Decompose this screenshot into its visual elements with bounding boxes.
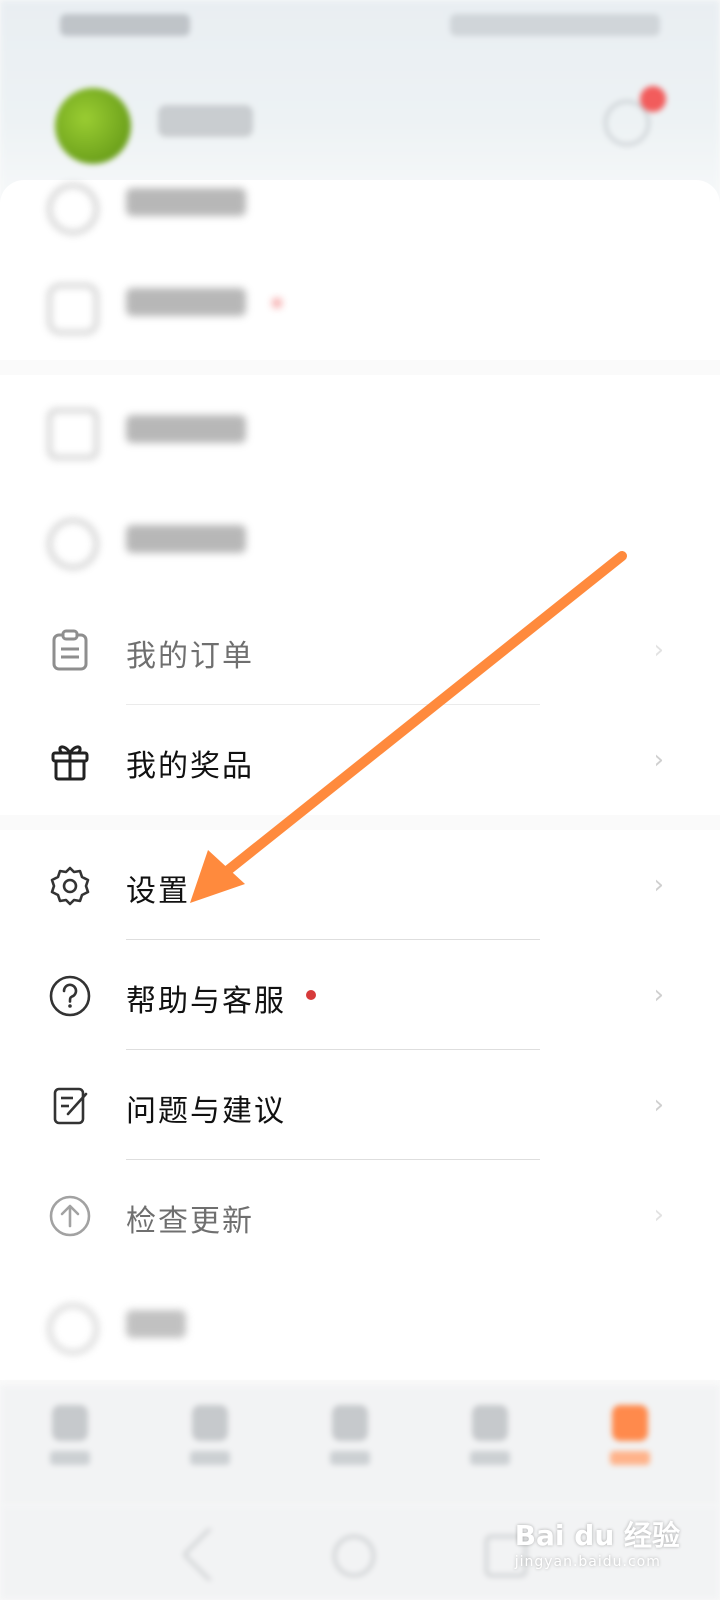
tab-label-blurred (610, 1451, 650, 1465)
menu-item-label-blurred (126, 525, 246, 553)
menu-item-orders[interactable]: 我的订单 › (0, 595, 720, 705)
watermark-brand: Bai du 经验 (514, 1519, 680, 1552)
user-icon (472, 1405, 508, 1441)
arrow-up-circle-icon (49, 1195, 91, 1237)
me-icon (612, 1405, 648, 1441)
tab-label-blurred (330, 1451, 370, 1465)
tab-label-blurred (470, 1451, 510, 1465)
menu-item-profile[interactable] (0, 150, 720, 260)
chevron-right-icon: › (653, 745, 664, 775)
menu-item-label-blurred (126, 288, 246, 316)
back-icon[interactable] (181, 1526, 238, 1583)
chevron-right-icon: › (653, 870, 664, 900)
status-icons (450, 14, 660, 36)
baidu-watermark: Bai du 经验 jingyan.baidu.com (515, 1514, 680, 1570)
clipboard-icon (52, 629, 88, 671)
watermark-url: jingyan.baidu.com (514, 1554, 661, 1570)
chevron-right-icon: › (653, 1090, 664, 1120)
menu-item-label: 问题与建议 (126, 1094, 286, 1129)
question-icon (49, 975, 91, 1017)
home-button-icon[interactable] (333, 1535, 375, 1577)
edit-note-icon (53, 1087, 88, 1125)
menu-item-favorites[interactable] (0, 485, 720, 595)
status-bar (60, 10, 660, 40)
message-badge (640, 86, 666, 112)
tab-label-blurred (190, 1451, 230, 1465)
menu-item-about[interactable] (0, 1270, 720, 1380)
gift-icon (51, 745, 89, 781)
notification-dot (306, 990, 316, 1000)
info-icon (48, 1304, 98, 1354)
status-time (60, 14, 190, 36)
search-icon (48, 519, 98, 569)
tab-label-blurred (50, 1451, 90, 1465)
menu-item-label-blurred (126, 415, 246, 443)
history-icon (48, 409, 98, 459)
menu-item-update[interactable]: 检查更新 › (0, 1160, 720, 1270)
menu-card-3: 设置 › 帮助与客服 › 问题与建议 › 检查更新 › (0, 830, 720, 1380)
menu-item-settings[interactable]: 设置 › (0, 830, 720, 940)
chevron-right-icon: › (653, 635, 664, 665)
menu-item-help[interactable]: 帮助与客服 › (0, 940, 720, 1050)
menu-item-label: 设置 (126, 874, 190, 909)
menu-item-label-blurred (126, 1310, 186, 1338)
menu-item-label: 我的奖品 (126, 749, 254, 784)
chevron-right-icon: › (653, 1200, 664, 1230)
bottom-tab-bar (0, 1385, 720, 1505)
tab-library[interactable] (320, 1405, 380, 1475)
menu-card-2: 我的订单 › 我的奖品 › (0, 375, 720, 815)
tab-me[interactable] (600, 1405, 660, 1475)
tab-home[interactable] (40, 1405, 100, 1475)
menu-item-security[interactable] (0, 250, 720, 360)
tab-account[interactable] (460, 1405, 520, 1475)
menu-item-label: 帮助与客服 (126, 984, 286, 1019)
gear-icon (50, 866, 90, 906)
music-icon (192, 1405, 228, 1441)
red-dot (272, 298, 282, 308)
library-icon (332, 1405, 368, 1441)
menu-card-1 (0, 180, 720, 360)
menu-item-label: 我的订单 (126, 639, 254, 674)
username[interactable] (158, 105, 253, 137)
menu-item-feedback[interactable]: 问题与建议 › (0, 1050, 720, 1160)
menu-item-label-blurred (126, 188, 246, 216)
chevron-right-icon: › (653, 980, 664, 1010)
menu-item-prizes[interactable]: 我的奖品 › (0, 705, 720, 815)
tab-music[interactable] (180, 1405, 240, 1475)
menu-item-label: 检查更新 (126, 1204, 254, 1239)
menu-item-history[interactable] (0, 375, 720, 485)
shield-icon (48, 284, 98, 334)
person-icon (48, 184, 98, 234)
home-icon (52, 1405, 88, 1441)
